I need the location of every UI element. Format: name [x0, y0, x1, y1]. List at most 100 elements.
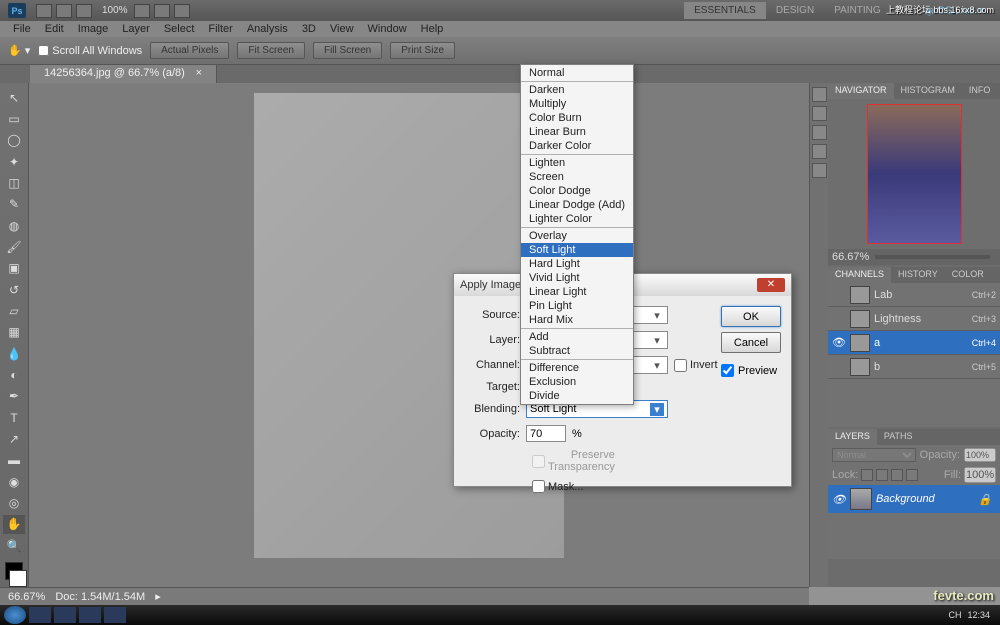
view-extras-icon[interactable] [134, 4, 150, 18]
taskbar-app-icon[interactable] [79, 607, 101, 623]
dodge-tool-icon[interactable]: ◐ [3, 365, 25, 384]
menu-filter[interactable]: Filter [201, 22, 239, 36]
wand-tool-icon[interactable]: ✦ [3, 152, 25, 171]
dropdown-item[interactable]: Multiply [521, 97, 633, 111]
menu-select[interactable]: Select [157, 22, 202, 36]
panel-icon[interactable] [812, 163, 827, 178]
dropdown-item[interactable]: Linear Dodge (Add) [521, 198, 633, 212]
dropdown-item[interactable]: Lighten [521, 156, 633, 170]
menu-3d[interactable]: 3D [295, 22, 323, 36]
dropdown-item[interactable]: Lighter Color [521, 212, 633, 226]
lasso-tool-icon[interactable]: ◯ [3, 131, 25, 150]
dropdown-item[interactable]: Darker Color [521, 139, 633, 153]
menu-view[interactable]: View [323, 22, 361, 36]
3d-tool-icon[interactable]: ◉ [3, 472, 25, 491]
panel-icon[interactable] [812, 106, 827, 121]
stamp-tool-icon[interactable]: ▣ [3, 259, 25, 278]
lock-image-icon[interactable] [876, 469, 888, 481]
print-size-button[interactable]: Print Size [390, 42, 455, 59]
panel-icon[interactable] [812, 87, 827, 102]
dropdown-item[interactable]: Color Burn [521, 111, 633, 125]
lock-position-icon[interactable] [891, 469, 903, 481]
tab-close-icon[interactable]: × [196, 67, 202, 79]
dropdown-item[interactable]: Exclusion [521, 375, 633, 389]
cancel-button[interactable]: Cancel [721, 332, 781, 353]
dropdown-item[interactable]: Pin Light [521, 299, 633, 313]
dropdown-item[interactable]: Darken [521, 83, 633, 97]
zoom-tool-icon[interactable]: 🔍 [3, 536, 25, 555]
dropdown-item[interactable]: Linear Light [521, 285, 633, 299]
opacity-input[interactable] [526, 425, 566, 442]
dropdown-item[interactable]: Difference [521, 361, 633, 375]
document-tab[interactable]: 14256364.jpg @ 66.7% (a/8) × [30, 65, 217, 83]
layer-opacity-input[interactable] [964, 448, 996, 462]
tab-paths[interactable]: PATHS [877, 429, 920, 445]
blend-mode-select[interactable]: Normal [832, 448, 916, 462]
dropdown-item[interactable]: Divide [521, 389, 633, 403]
tab-navigator[interactable]: NAVIGATOR [828, 83, 894, 99]
shape-tool-icon[interactable]: ▬ [3, 451, 25, 470]
type-tool-icon[interactable]: T [3, 408, 25, 427]
pen-tool-icon[interactable]: ✒ [3, 387, 25, 406]
blur-tool-icon[interactable]: 💧 [3, 344, 25, 363]
tab-layers[interactable]: LAYERS [828, 429, 877, 445]
lock-transparency-icon[interactable] [861, 469, 873, 481]
status-arrow-icon[interactable]: ▸ [155, 590, 161, 603]
dropdown-item[interactable]: Linear Burn [521, 125, 633, 139]
tab-info[interactable]: INFO [962, 83, 998, 99]
hand-tool-icon[interactable]: ✋ ▾ [8, 44, 30, 57]
workspace-painting[interactable]: PAINTING [824, 2, 890, 19]
status-doc[interactable]: Doc: 1.54M/1.54M [55, 591, 145, 603]
background-swatch[interactable] [9, 570, 27, 587]
navigator-zoom-slider[interactable] [875, 255, 990, 259]
actual-pixels-button[interactable]: Actual Pixels [150, 42, 229, 59]
visibility-eye-icon[interactable]: 👁 [832, 336, 846, 349]
dropdown-item[interactable]: Soft Light [521, 243, 633, 257]
eraser-tool-icon[interactable]: ▱ [3, 301, 25, 320]
dropdown-item[interactable]: Screen [521, 170, 633, 184]
history-brush-tool-icon[interactable]: ↺ [3, 280, 25, 299]
channel-row[interactable]: 👁aCtrl+4 [828, 331, 1000, 355]
preview-checkbox[interactable]: Preview [721, 364, 781, 377]
dropdown-item[interactable]: Normal [521, 66, 633, 80]
dropdown-item[interactable]: Overlay [521, 229, 633, 243]
dropdown-item[interactable]: Add [521, 330, 633, 344]
status-zoom[interactable]: 66.67% [8, 591, 45, 603]
camera-tool-icon[interactable]: ◎ [3, 493, 25, 512]
taskbar-lang[interactable]: CH [948, 610, 961, 620]
start-button-icon[interactable] [4, 606, 26, 624]
taskbar-app-icon[interactable] [104, 607, 126, 623]
gradient-tool-icon[interactable]: ▦ [3, 323, 25, 342]
bridge-icon[interactable] [36, 4, 52, 18]
taskbar-app-icon[interactable] [54, 607, 76, 623]
menu-window[interactable]: Window [361, 22, 414, 36]
ok-button[interactable]: OK [721, 306, 781, 327]
tab-history[interactable]: HISTORY [891, 267, 945, 283]
layer-row[interactable]: 👁 Background 🔒 [828, 485, 1000, 513]
dialog-close-icon[interactable]: ✕ [757, 278, 785, 292]
layer-fill-input[interactable] [964, 467, 996, 483]
move-tool-icon[interactable]: ↖ [3, 88, 25, 107]
navigator-zoom-value[interactable]: 66.67% [832, 251, 869, 263]
menu-image[interactable]: Image [71, 22, 116, 36]
layer-thumbnail[interactable] [850, 488, 872, 510]
dropdown-item[interactable]: Vivid Light [521, 271, 633, 285]
hand-tool-icon[interactable]: ✋ [3, 515, 25, 534]
menu-help[interactable]: Help [414, 22, 451, 36]
fill-screen-button[interactable]: Fill Screen [313, 42, 382, 59]
healing-tool-icon[interactable]: ◍ [3, 216, 25, 235]
dropdown-item[interactable]: Color Dodge [521, 184, 633, 198]
visibility-eye-icon[interactable]: 👁 [832, 493, 846, 506]
dropdown-item[interactable]: Hard Light [521, 257, 633, 271]
marquee-tool-icon[interactable]: ▭ [3, 109, 25, 128]
layout-icon[interactable] [76, 4, 92, 18]
taskbar-app-icon[interactable] [29, 607, 51, 623]
mask-checkbox[interactable]: Mask... [532, 480, 588, 493]
path-tool-icon[interactable]: ↗ [3, 429, 25, 448]
channel-row[interactable]: bCtrl+5 [828, 355, 1000, 379]
dropdown-item[interactable]: Hard Mix [521, 313, 633, 327]
taskbar-clock[interactable]: 12:34 [967, 610, 990, 620]
panel-icon[interactable] [812, 144, 827, 159]
workspace-essentials[interactable]: ESSENTIALS [684, 2, 766, 19]
menu-file[interactable]: File [6, 22, 38, 36]
